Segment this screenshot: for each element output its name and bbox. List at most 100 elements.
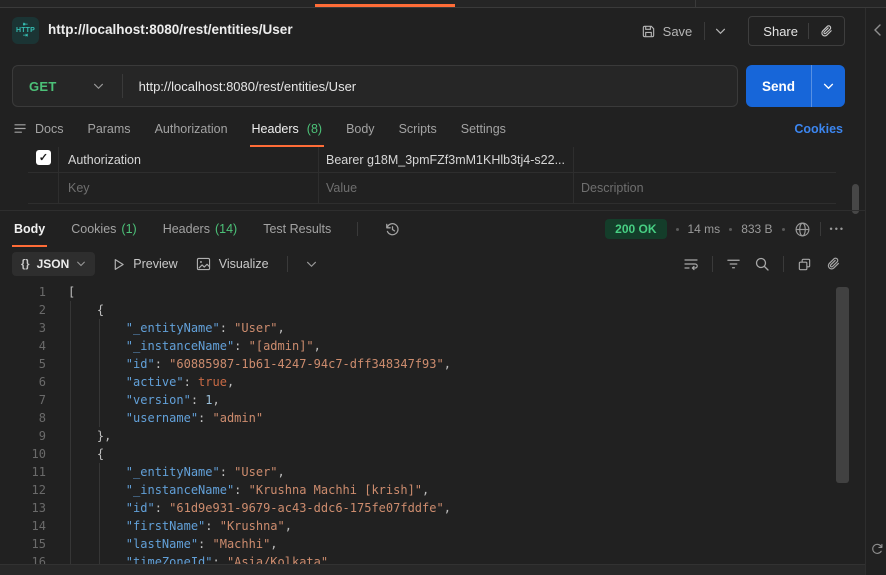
divider (286, 256, 288, 272)
tab-label: Cookies (71, 222, 117, 236)
tab-count: (14) (214, 222, 238, 236)
divider (712, 256, 713, 272)
url-input[interactable]: http://localhost:8080/rest/entities/User (139, 79, 357, 94)
visualize-button[interactable]: Visualize (196, 257, 269, 271)
horizontal-scrollbar-track[interactable] (0, 564, 865, 575)
line-number: 10 (31, 447, 46, 461)
line-number: 8 (38, 411, 46, 425)
response-panel: Body Cookies (1) Headers (14) Test Results 20… (0, 210, 865, 575)
column-divider (573, 147, 574, 172)
wrap-text-icon[interactable] (683, 256, 699, 272)
key-placeholder[interactable]: Key (68, 173, 90, 203)
line-number: 15 (31, 537, 46, 551)
header-enabled-checkbox[interactable]: ✓ (36, 150, 51, 165)
send-label[interactable]: Send (746, 65, 812, 107)
line-number: 7 (38, 393, 46, 407)
globe-icon[interactable] (794, 221, 811, 238)
share-button[interactable]: Share (748, 16, 845, 46)
code-line: 3 "_entityName": "User", (0, 319, 451, 337)
line-number: 12 (31, 483, 46, 497)
description-placeholder[interactable]: Description (581, 173, 644, 203)
visualize-label: Visualize (218, 257, 269, 271)
response-tab-headers[interactable]: Headers (14) (163, 211, 237, 247)
tab-label: Headers (162, 222, 210, 236)
tab-scripts[interactable]: Scripts (399, 110, 437, 147)
collapse-panel-icon[interactable] (869, 22, 885, 38)
indent-guide (99, 463, 100, 564)
value-placeholder[interactable]: Value (326, 173, 357, 203)
tab-authorization[interactable]: Authorization (155, 110, 228, 147)
divider (819, 222, 821, 236)
response-scrollbar[interactable] (836, 287, 849, 483)
response-tab-test-results[interactable]: Test Results (263, 211, 331, 247)
send-button[interactable]: Send (746, 65, 845, 107)
tab-label: Body (14, 222, 46, 236)
tab-settings[interactable]: Settings (461, 110, 506, 147)
code-text: { (68, 303, 105, 317)
code-text: }, (68, 429, 112, 443)
tab-headers[interactable]: Headers (8) (249, 110, 324, 147)
format-selector[interactable]: {} JSON (12, 252, 96, 276)
share-label: Share (763, 23, 798, 39)
link-icon[interactable] (819, 24, 834, 39)
indent-guide (99, 319, 100, 427)
line-number: 16 (31, 555, 46, 564)
header-value-cell[interactable]: Bearer g18M_3pmFZf3mM1KHlb3tj4-s22... (326, 147, 565, 172)
history-icon[interactable] (384, 221, 401, 238)
copy-icon[interactable] (797, 257, 812, 272)
search-icon[interactable] (754, 256, 770, 272)
tab-label: Params (87, 121, 131, 136)
header-row-empty: Key Value Description (28, 173, 836, 204)
code-line: 5 "id": "60885987-1b61-4247-94c7-dff3483… (0, 355, 451, 373)
line-number: 13 (31, 501, 46, 515)
more-options-icon[interactable]: ••• (830, 224, 845, 234)
tab-docs[interactable]: Docs (14, 110, 63, 147)
code-line: 12 "_instanceName": "Krushna Machhi [kri… (0, 481, 451, 499)
response-viewer-toolbar: {} JSON Preview Visualize (0, 247, 865, 281)
workspace-tab-strip (0, 0, 886, 8)
tab-params[interactable]: Params (87, 110, 130, 147)
method-selector[interactable]: GET (13, 79, 57, 94)
code-line: 6 "active": true, (0, 373, 451, 391)
header-key-cell[interactable]: Authorization (68, 147, 141, 172)
send-options-chevron[interactable] (812, 65, 845, 107)
code-text: "_entityName": "User", (125, 321, 285, 335)
code-text: "active": true, (125, 375, 235, 389)
column-divider (318, 147, 319, 172)
response-size: 833 B (741, 222, 773, 236)
response-tab-body[interactable]: Body (11, 211, 48, 247)
url-row: GET http://localhost:8080/rest/entities/… (0, 60, 865, 110)
line-number: 2 (38, 303, 46, 317)
line-number: 14 (31, 519, 46, 533)
tab-count: (8) (306, 121, 323, 136)
save-button[interactable]: Save (629, 24, 705, 39)
indent-guide (70, 301, 71, 564)
link-icon[interactable] (825, 256, 841, 272)
docs-icon (14, 123, 27, 134)
visualize-icon (196, 257, 211, 271)
code-line: 15 "lastName": "Machhi", (0, 535, 451, 553)
cookies-link[interactable]: Cookies (794, 110, 843, 147)
braces-icon: {} (21, 258, 30, 270)
http-request-icon: ⇤ HTTP ⇥ (12, 17, 39, 44)
code-line: 16 "timeZoneId": "Asia/Kolkata" (0, 553, 451, 564)
method-chevron-icon[interactable] (93, 83, 104, 90)
tab-strip-divider (695, 0, 696, 8)
code-line: 7 "version": 1, (0, 391, 451, 409)
code-text: "firstName": "Krushna", (125, 519, 292, 533)
active-tab-indicator (315, 4, 455, 7)
refresh-icon[interactable] (869, 541, 885, 557)
tab-body[interactable]: Body (346, 110, 375, 147)
code-text: "lastName": "Machhi", (125, 537, 278, 551)
filter-icon[interactable] (726, 257, 741, 271)
code-text: "_instanceName": "Krushna Machhi [krish]… (125, 483, 430, 497)
format-chevron-icon (76, 261, 86, 267)
code-text: { (68, 447, 105, 461)
save-icon (641, 24, 656, 39)
response-tab-cookies[interactable]: Cookies (1) (71, 211, 136, 247)
viewer-options-chevron[interactable] (306, 261, 317, 268)
format-label: JSON (36, 257, 70, 271)
preview-button[interactable]: Preview (113, 257, 178, 271)
code-line: 2 { (0, 301, 451, 319)
save-options-chevron[interactable] (705, 28, 736, 35)
